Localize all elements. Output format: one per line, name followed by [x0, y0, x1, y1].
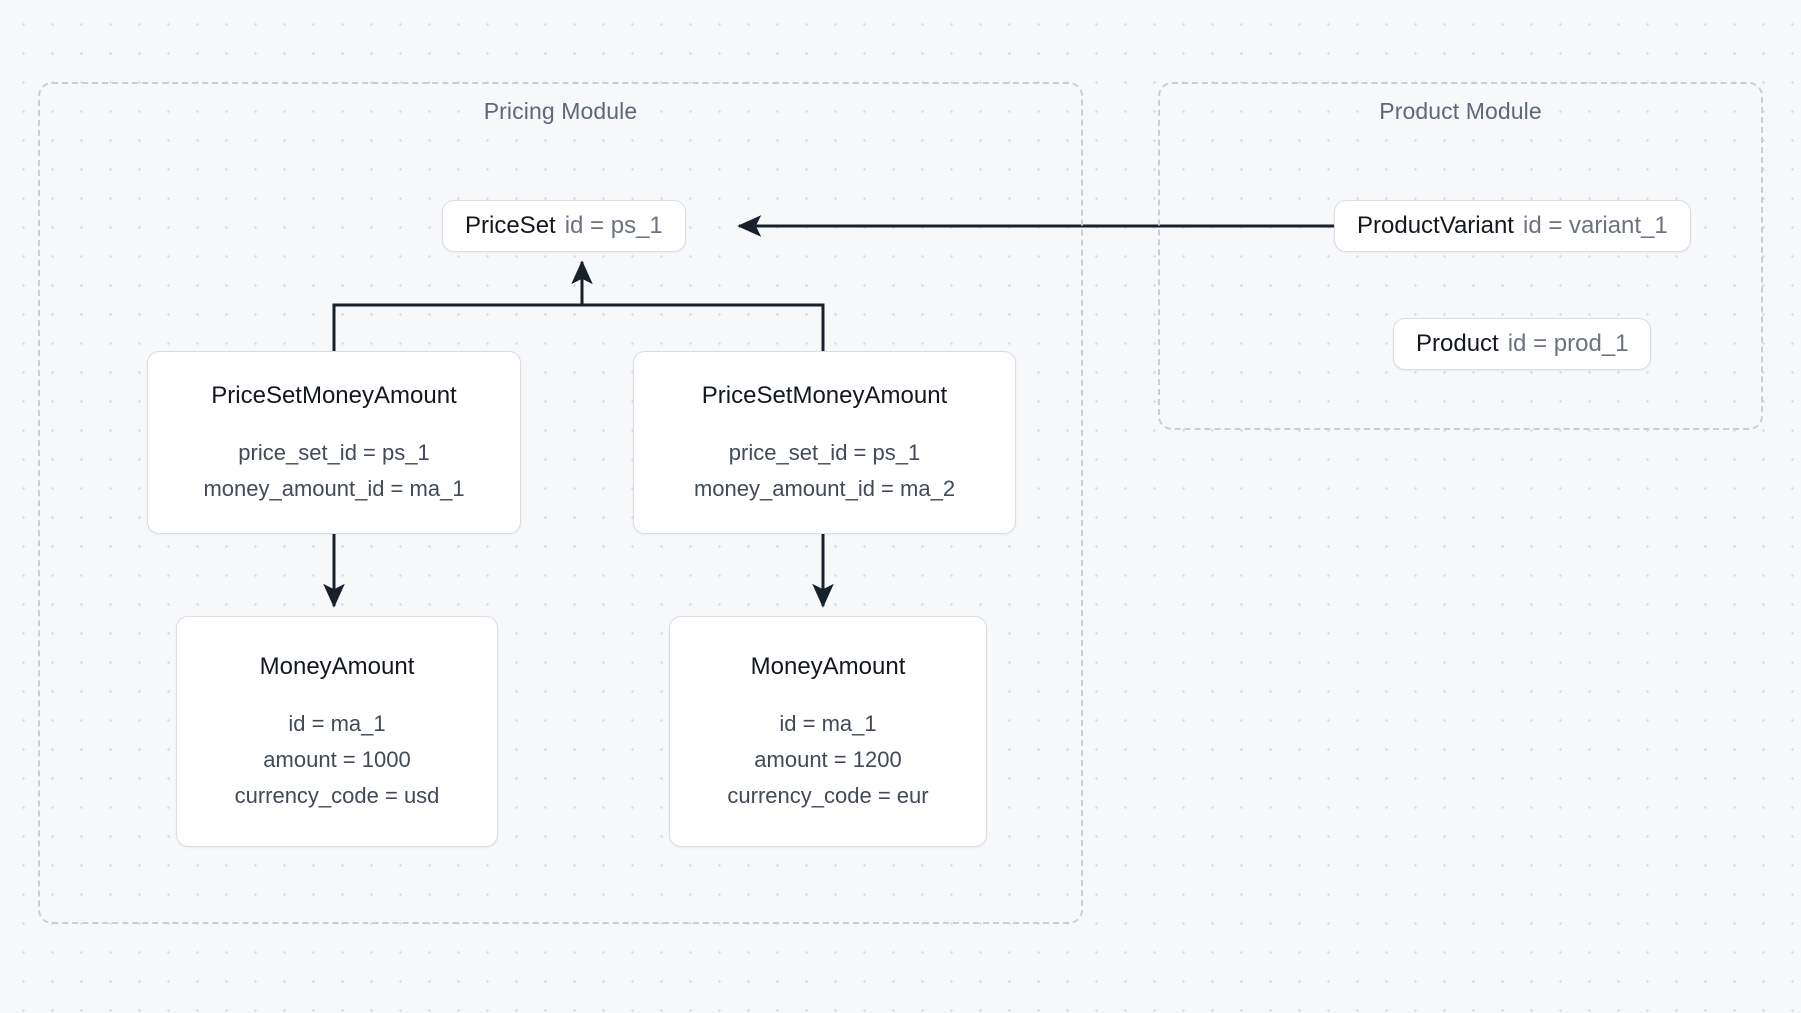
attr-id: id = ma_1 — [779, 711, 877, 737]
node-price-set-money-amount-1-attrs: price_set_id = ps_1 money_amount_id = ma… — [203, 440, 464, 503]
node-price-set[interactable]: PriceSet id = ps_1 — [442, 200, 686, 252]
node-price-set-money-amount-2[interactable]: PriceSetMoneyAmount price_set_id = ps_1 … — [633, 351, 1016, 534]
module-title-product: Product Module — [1379, 98, 1542, 124]
attr-currency-code: currency_code = usd — [234, 782, 440, 808]
node-price-set-detail: id = ps_1 — [564, 212, 663, 239]
diagram-canvas: Pricing Module Product Module PriceSet i… — [0, 0, 1801, 1013]
node-price-set-money-amount-2-attrs: price_set_id = ps_1 money_amount_id = ma… — [694, 440, 955, 503]
attr-price-set-id: price_set_id = ps_1 — [238, 440, 430, 466]
node-price-set-money-amount-2-title: PriceSetMoneyAmount — [701, 382, 948, 410]
node-product-variant-detail: id = variant_1 — [1522, 212, 1668, 239]
module-group-product: Product Module — [1158, 82, 1763, 430]
attr-money-amount-id: money_amount_id = ma_2 — [693, 476, 956, 501]
module-title-pricing: Pricing Module — [483, 98, 638, 124]
attr-amount: amount = 1200 — [754, 747, 902, 773]
node-product-name: Product — [1416, 330, 1499, 357]
node-money-amount-1-title: MoneyAmount — [259, 653, 415, 681]
node-product-variant-name: ProductVariant — [1357, 212, 1514, 239]
attr-amount: amount = 1000 — [263, 747, 411, 773]
node-money-amount-1[interactable]: MoneyAmount id = ma_1 amount = 1000 curr… — [176, 616, 498, 847]
node-money-amount-1-attrs: id = ma_1 amount = 1000 currency_code = … — [235, 711, 440, 809]
node-money-amount-2[interactable]: MoneyAmount id = ma_1 amount = 1200 curr… — [669, 616, 987, 847]
node-product-detail: id = prod_1 — [1507, 330, 1629, 357]
node-product-variant[interactable]: ProductVariant id = variant_1 — [1334, 200, 1691, 252]
attr-money-amount-id: money_amount_id = ma_1 — [203, 476, 465, 501]
node-price-set-money-amount-1[interactable]: PriceSetMoneyAmount price_set_id = ps_1 … — [147, 351, 521, 534]
node-price-set-name: PriceSet — [465, 212, 556, 239]
node-product[interactable]: Product id = prod_1 — [1393, 318, 1652, 370]
node-money-amount-2-attrs: id = ma_1 amount = 1200 currency_code = … — [727, 711, 928, 809]
node-price-set-money-amount-1-title: PriceSetMoneyAmount — [211, 382, 457, 410]
attr-price-set-id: price_set_id = ps_1 — [728, 440, 921, 466]
node-money-amount-2-title: MoneyAmount — [750, 653, 906, 681]
attr-id: id = ma_1 — [288, 711, 386, 737]
attr-currency-code: currency_code = eur — [727, 782, 929, 808]
